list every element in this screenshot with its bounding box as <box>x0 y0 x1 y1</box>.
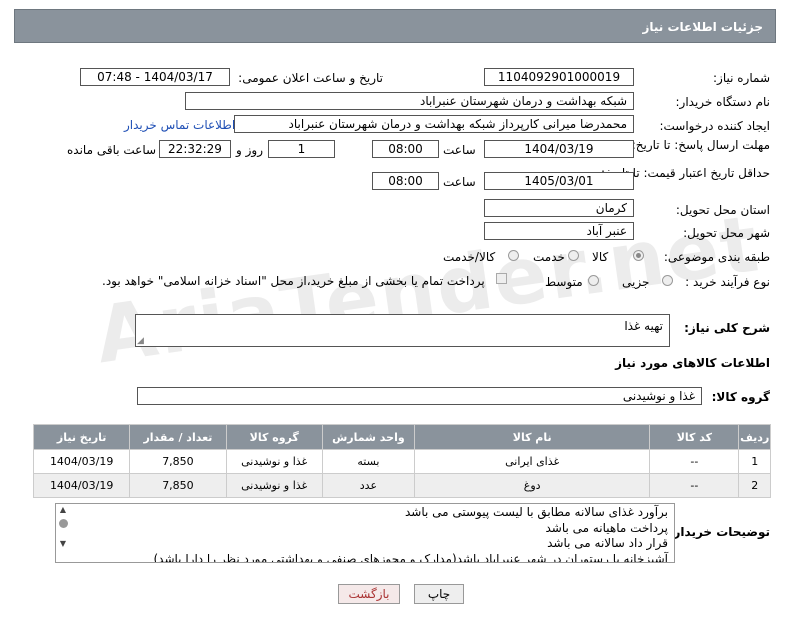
col-date-header: تاریخ نیاز <box>32 424 131 450</box>
creator-field: محمدرضا میرانی کارپرداز شبکه بهداشت و در… <box>234 115 634 133</box>
table-row: 1 -- غذای ایرانی بسته غذا و نوشیدنی 7,85… <box>32 449 771 474</box>
goods-group-label: گروه کالا: <box>711 390 770 404</box>
buyer-note-line: برآورد غذای سالانه مطابق با لیست پیوستی … <box>404 505 668 519</box>
cell-name: غذای ایرانی <box>413 449 651 474</box>
cell-qty: 7,850 <box>129 449 227 474</box>
print-button[interactable]: چاپ <box>414 584 464 604</box>
buyer-org-field: شبکه بهداشت و درمان شهرستان عنبراباد <box>185 92 634 110</box>
days-label: روز و <box>236 143 263 157</box>
description-label: شرح کلی نیاز: <box>684 321 770 335</box>
col-unit-header: واحد شمارش <box>321 424 415 450</box>
cell-group: غذا و نوشیدنی <box>225 473 323 498</box>
scroll-down-icon[interactable]: ▼ <box>56 538 70 550</box>
buyer-notes-label: توضیحات خریدار: <box>668 525 770 539</box>
cell-row: 2 <box>738 473 771 498</box>
col-row-header: ردیف <box>738 424 771 450</box>
back-button[interactable]: بازگشت <box>338 584 400 604</box>
cell-unit: عدد <box>321 473 415 498</box>
reply-deadline-label: مهلت ارسال پاسخ: تا تاریخ: <box>631 138 770 152</box>
province-field: کرمان <box>484 199 634 217</box>
treasury-payment-note: پرداخت تمام یا بخشی از مبلغ خرید،از محل … <box>102 274 485 288</box>
cell-unit: بسته <box>321 449 415 474</box>
resize-handle-icon[interactable]: ◢ <box>137 336 144 346</box>
announce-date-field: 1404/03/17 - 07:48 <box>80 68 230 86</box>
treasury-payment-checkbox[interactable] <box>496 273 507 284</box>
buyer-org-label: نام دستگاه خریدار: <box>675 95 771 109</box>
category-goods-radio[interactable] <box>633 250 644 261</box>
price-time-label: ساعت <box>443 175 476 189</box>
page-header: جزئیات اطلاعات نیاز <box>14 9 776 43</box>
scroll-thumb[interactable] <box>58 519 68 528</box>
cell-group: غذا و نوشیدنی <box>225 449 323 474</box>
cell-row: 1 <box>738 449 771 474</box>
remaining-time-label: ساعت باقی مانده <box>67 143 157 157</box>
cell-date: 1404/03/19 <box>32 449 131 474</box>
remaining-time-field: 22:32:29 <box>159 140 231 158</box>
cell-name: دوغ <box>413 473 651 498</box>
cell-code: -- <box>649 473 740 498</box>
category-service-radio[interactable] <box>568 250 579 261</box>
col-code-header: کد کالا <box>649 424 740 450</box>
buyer-note-line: آشپزخانه یا رستوران در شهر عنبراباد باشد… <box>153 551 668 563</box>
buyer-note-line: قرار داد سالانه می باشد <box>547 536 668 550</box>
purchase-partial-radio[interactable] <box>662 275 673 286</box>
notes-scrollbar[interactable]: ▲ ▼ <box>56 504 70 562</box>
cell-code: -- <box>649 449 740 474</box>
category-label: طبقه بندی موضوعی: <box>663 250 770 264</box>
category-service-label: خدمت <box>533 250 565 264</box>
city-label: شهر محل تحویل: <box>683 226 770 240</box>
purchase-partial-label: جزیی <box>622 275 650 289</box>
cell-date: 1404/03/19 <box>32 473 131 498</box>
goods-table: ردیف کد کالا نام کالا واحد شمارش گروه کا… <box>32 424 771 498</box>
purchase-medium-radio[interactable] <box>588 275 599 286</box>
creator-label: ایجاد کننده درخواست: <box>659 119 770 133</box>
purchase-type-label: نوع فرآیند خرید : <box>685 275 770 289</box>
reply-date-field: 1404/03/19 <box>484 140 634 158</box>
category-both-label: کالا/خدمت <box>443 250 496 264</box>
page-title: جزئیات اطلاعات نیاز <box>642 20 763 34</box>
description-field: تهیه غذا <box>135 314 670 347</box>
category-both-radio[interactable] <box>508 250 519 261</box>
need-number-label: شماره نیاز: <box>713 71 770 85</box>
table-row: 2 -- دوغ عدد غذا و نوشیدنی 7,850 1404/03… <box>32 473 771 498</box>
scroll-up-icon[interactable]: ▲ <box>56 504 70 516</box>
buyer-contact-link[interactable]: اطلاعات تماس خریدار <box>124 118 235 132</box>
table-header-row: ردیف کد کالا نام کالا واحد شمارش گروه کا… <box>32 424 771 450</box>
category-goods-label: کالا <box>592 250 609 264</box>
col-qty-header: تعداد / مقدار <box>129 424 227 450</box>
days-field: 1 <box>268 140 335 158</box>
purchase-medium-label: متوسط <box>545 275 583 289</box>
reply-time-label: ساعت <box>443 143 476 157</box>
cell-qty: 7,850 <box>129 473 227 498</box>
goods-section-title: اطلاعات کالاهای مورد نیاز <box>615 356 770 370</box>
price-date-field: 1405/03/01 <box>484 172 634 190</box>
price-time-field: 08:00 <box>372 172 439 190</box>
goods-group-field: غذا و نوشیدنی <box>137 387 702 405</box>
city-field: عنبر آباد <box>484 222 634 240</box>
need-number-field: 1104092901000019 <box>484 68 634 86</box>
province-label: استان محل تحویل: <box>675 203 770 217</box>
col-name-header: نام کالا <box>413 424 651 450</box>
watermark-logo: AriaTender.net <box>90 199 766 382</box>
reply-time-field: 08:00 <box>372 140 439 158</box>
buyer-note-line: پرداخت ماهیانه می باشد <box>545 520 668 535</box>
col-group-header: گروه کالا <box>225 424 323 450</box>
announce-date-label: تاریخ و ساعت اعلان عمومی: <box>238 71 383 85</box>
buyer-notes-field: برآورد غذای سالانه مطابق با لیست پیوستی … <box>55 503 675 563</box>
price-validity-label: حداقل تاریخ اعتبار قیمت: تا تاریخ: <box>600 166 770 180</box>
